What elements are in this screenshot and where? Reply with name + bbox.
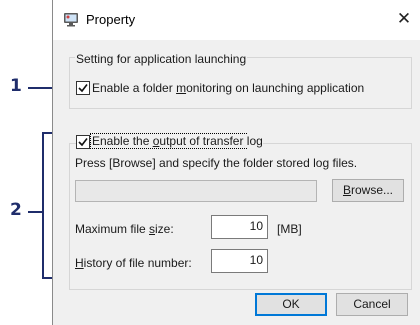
ok-button[interactable]: OK bbox=[255, 293, 327, 316]
dialog-title: Property bbox=[86, 12, 136, 27]
max-file-size-label: Maximum file size: bbox=[75, 222, 174, 236]
browse-button[interactable]: Browse... bbox=[332, 179, 404, 202]
callout-2: 2 bbox=[10, 200, 22, 220]
property-dialog: Property ✕ Setting for application launc… bbox=[52, 0, 420, 325]
callout-1: 1 bbox=[10, 76, 22, 96]
close-icon[interactable]: ✕ bbox=[393, 8, 415, 30]
transfer-log-label: Enable the output of transfer log bbox=[92, 134, 263, 148]
transfer-log-checkbox[interactable] bbox=[76, 135, 90, 149]
callout-2-bracket-vertical bbox=[42, 132, 44, 279]
callout-2-stub bbox=[28, 211, 42, 213]
history-file-number-label: History of file number: bbox=[75, 256, 192, 270]
cancel-button[interactable]: Cancel bbox=[336, 293, 408, 316]
max-file-size-unit: [MB] bbox=[277, 222, 302, 236]
history-file-number-input[interactable]: 10 bbox=[211, 249, 268, 273]
folder-monitor-label: Enable a folder monitoring on launching … bbox=[92, 81, 365, 95]
log-folder-path-field[interactable] bbox=[75, 180, 317, 202]
max-file-size-input[interactable]: 10 bbox=[211, 215, 268, 239]
log-instruction-text: Press [Browse] and specify the folder st… bbox=[75, 156, 358, 170]
launch-group-label: Setting for application launching bbox=[75, 52, 248, 66]
folder-monitor-checkbox[interactable] bbox=[76, 81, 90, 95]
title-bar: Property ✕ bbox=[53, 0, 420, 40]
property-app-icon bbox=[63, 11, 79, 27]
